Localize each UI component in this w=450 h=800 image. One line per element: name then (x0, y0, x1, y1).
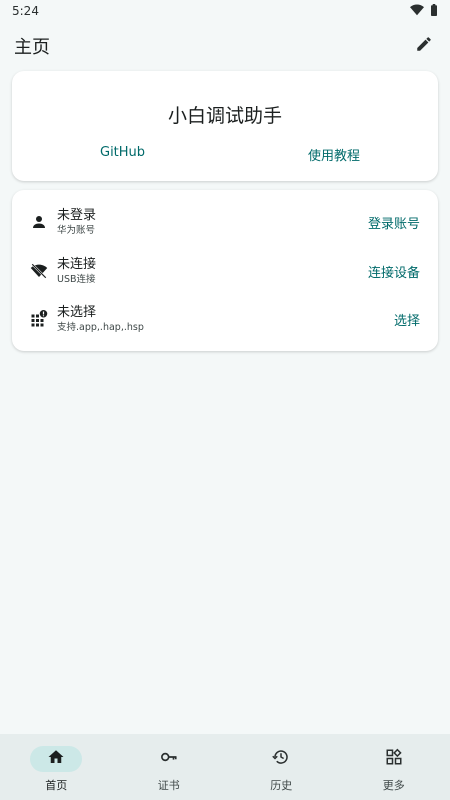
status-bar: 5:24 (0, 0, 450, 22)
login-button[interactable]: 登录账号 (368, 213, 420, 232)
nav-certificate-pill (143, 746, 195, 772)
nav-history-pill (255, 746, 307, 772)
nav-label-history: 历史 (270, 779, 293, 792)
wifi-off-icon (29, 261, 49, 281)
nav-item-history[interactable]: 历史 (225, 734, 338, 800)
tutorial-link[interactable]: 使用教程 (308, 145, 360, 164)
connection-type: USB连接 (57, 274, 96, 285)
package-status: 未选择 (57, 305, 97, 320)
wifi-icon (410, 3, 424, 19)
person-icon (29, 212, 49, 232)
apps-alert-icon (29, 309, 49, 329)
list-item-device: 未连接 USB连接 连接设备 (12, 249, 438, 293)
status-icons (410, 3, 438, 19)
grid-more-icon (385, 748, 403, 770)
page-title: 主页 (14, 37, 50, 58)
select-file-button[interactable]: 选择 (394, 310, 420, 329)
nav-label-more: 更多 (382, 779, 405, 792)
device-status: 未连接 (57, 257, 97, 272)
account-type: 华为账号 (57, 225, 96, 236)
key-icon (159, 748, 179, 770)
edit-icon (415, 35, 433, 57)
edit-button[interactable] (410, 32, 438, 60)
nav-more-pill (368, 746, 420, 772)
app-bar: 主页 (0, 28, 450, 64)
status-time: 5:24 (12, 4, 39, 18)
bottom-navigation: 首页 证书 历史 更多 (0, 734, 450, 800)
nav-item-more[interactable]: 更多 (338, 734, 450, 800)
home-icon (47, 748, 65, 770)
github-link[interactable]: GitHub (100, 145, 145, 160)
app-name: 小白调试助手 (167, 105, 282, 127)
supported-formats: 支持.app,.hap,.hsp (57, 322, 144, 333)
nav-item-certificate[interactable]: 证书 (113, 734, 226, 800)
list-item-package: 未选择 支持.app,.hap,.hsp 选择 (12, 297, 438, 341)
history-icon (272, 748, 290, 770)
connect-device-button[interactable]: 连接设备 (368, 262, 420, 281)
battery-icon (430, 3, 438, 19)
nav-label-certificate: 证书 (157, 779, 180, 792)
nav-label-home: 首页 (45, 779, 68, 792)
status-card: 未登录 华为账号 登录账号 未连接 USB连接 连接设备 未选择 支持.app,… (12, 190, 438, 351)
list-item-account: 未登录 华为账号 登录账号 (12, 200, 438, 244)
app-info-card: 小白调试助手 GitHub 使用教程 (12, 71, 438, 181)
account-status: 未登录 (57, 208, 97, 223)
nav-item-home[interactable]: 首页 (0, 734, 113, 800)
nav-home-pill (30, 746, 83, 772)
